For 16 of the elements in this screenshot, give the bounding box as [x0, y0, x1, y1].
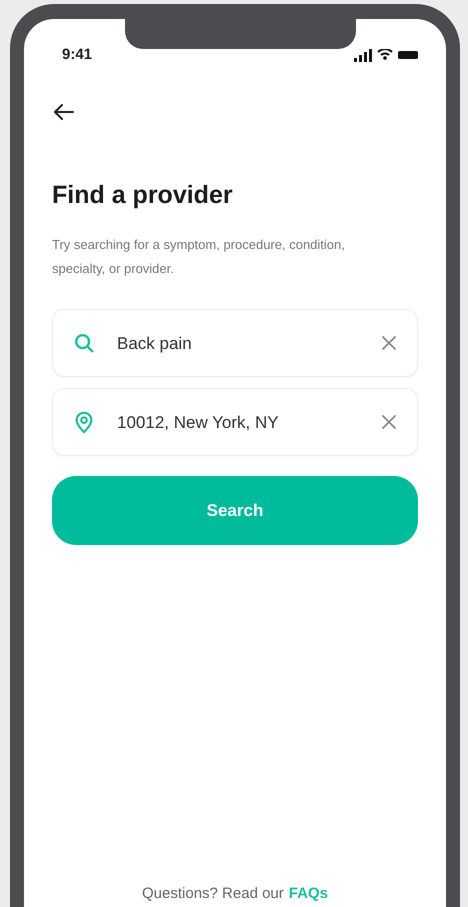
location-pin-icon	[73, 410, 95, 434]
signal-icon	[354, 48, 372, 62]
footer-text: Questions? Read our	[142, 884, 284, 904]
location-field[interactable]: 10012, New York, NY	[52, 388, 418, 456]
search-field[interactable]: Back pain	[52, 309, 418, 378]
back-arrow-icon	[53, 103, 75, 121]
location-input[interactable]: 10012, New York, NY	[117, 410, 359, 435]
status-time: 9:41	[62, 44, 92, 65]
search-icon	[73, 332, 95, 354]
clear-icon[interactable]	[381, 414, 397, 430]
wifi-icon	[377, 49, 393, 61]
page-title: Find a provider	[52, 180, 234, 211]
clear-icon[interactable]	[381, 335, 397, 352]
page-subtitle: Try searching for a symptom, procedure, condition, specialty, or provider.	[52, 236, 346, 278]
search-input[interactable]: Back pain	[117, 330, 359, 356]
battery-icon	[398, 51, 418, 59]
